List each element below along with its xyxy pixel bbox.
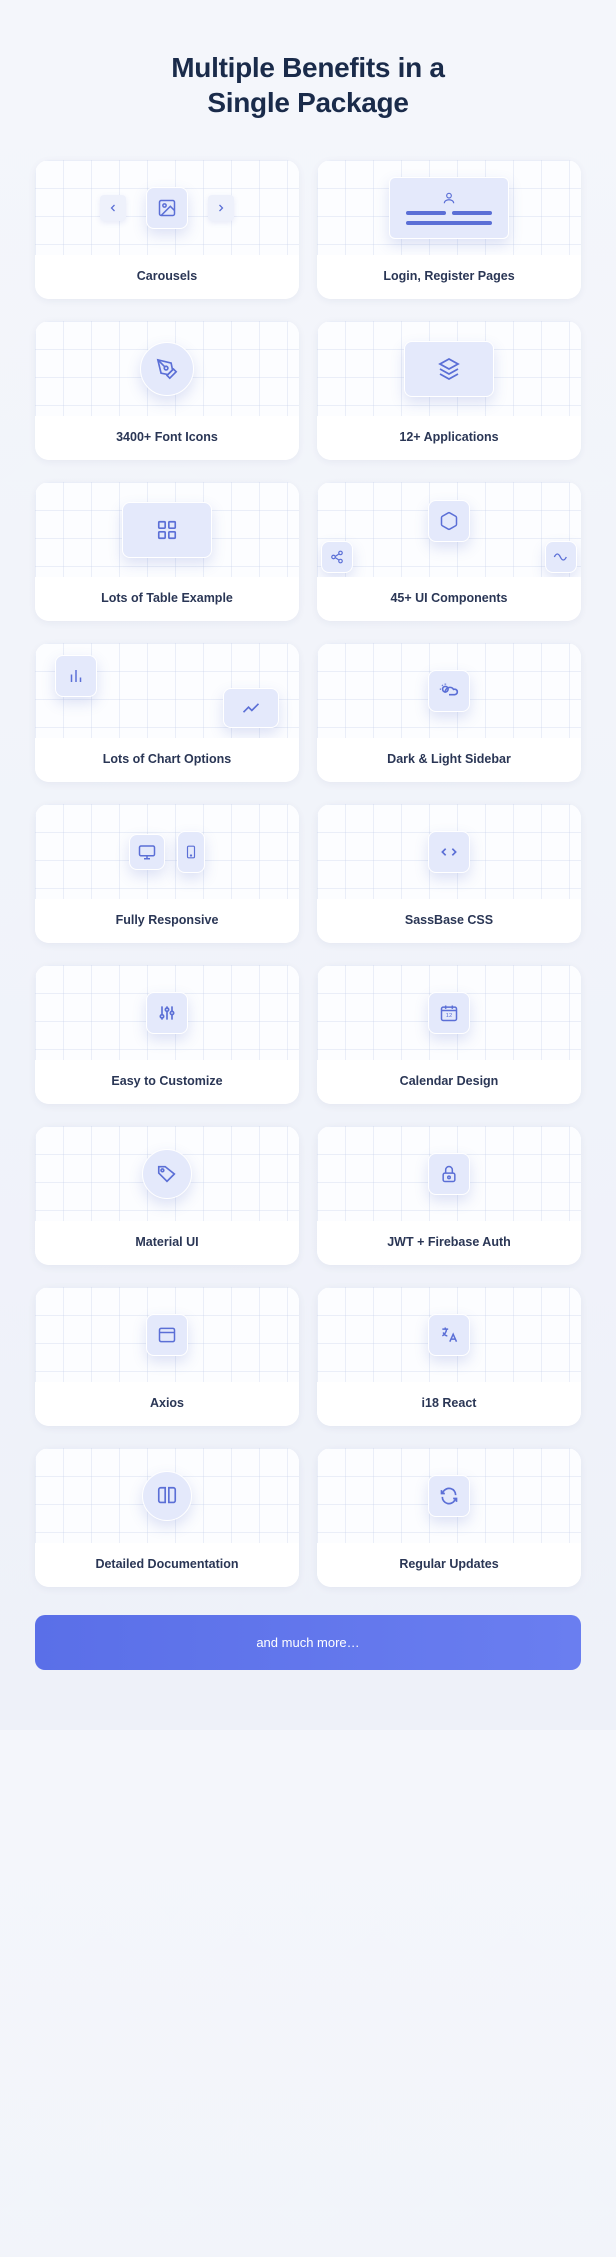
card-label: Lots of Chart Options (35, 738, 299, 782)
share-icon (321, 541, 353, 573)
card-label: JWT + Firebase Auth (317, 1221, 581, 1265)
card-charts: Lots of Chart Options (35, 643, 299, 782)
grid-icon (122, 502, 212, 558)
card-material-ui: Material UI (35, 1126, 299, 1265)
browser-icon (146, 1314, 188, 1356)
card-font-icons: 3400+ Font Icons (35, 321, 299, 460)
card-customize: Easy to Customize (35, 965, 299, 1104)
card-label: Easy to Customize (35, 1060, 299, 1104)
card-responsive: Fully Responsive (35, 804, 299, 943)
card-i18: i18 React (317, 1287, 581, 1426)
card-label: Dark & Light Sidebar (317, 738, 581, 782)
card-label: 3400+ Font Icons (35, 416, 299, 460)
card-label: SassBase CSS (317, 899, 581, 943)
card-label: Calendar Design (317, 1060, 581, 1104)
image-icon (146, 187, 188, 229)
card-label: Login, Register Pages (317, 255, 581, 299)
card-label: 45+ UI Components (317, 577, 581, 621)
benefits-grid: Carousels Login, Register Pages 3400+ Fo… (35, 160, 581, 1587)
card-calendar: 12 Calendar Design (317, 965, 581, 1104)
code-icon (428, 831, 470, 873)
card-label: Axios (35, 1382, 299, 1426)
card-documentation: Detailed Documentation (35, 1448, 299, 1587)
wave-icon (545, 541, 577, 573)
card-label: Detailed Documentation (35, 1543, 299, 1587)
card-label: Lots of Table Example (35, 577, 299, 621)
layers-icon (404, 341, 494, 397)
cta-banner: and much more… (35, 1615, 581, 1670)
book-icon (142, 1471, 192, 1521)
sliders-icon (146, 992, 188, 1034)
tag-icon (142, 1149, 192, 1199)
line-chart-icon (223, 688, 279, 728)
lock-icon (428, 1153, 470, 1195)
arrow-left-icon (100, 195, 126, 221)
card-ui-components: 45+ UI Components (317, 482, 581, 621)
login-form-icon (389, 177, 509, 239)
arrow-right-icon (208, 195, 234, 221)
card-label: Fully Responsive (35, 899, 299, 943)
smartphone-icon (177, 831, 205, 873)
card-sass: SassBase CSS (317, 804, 581, 943)
bar-chart-icon (55, 655, 97, 697)
card-axios: Axios (35, 1287, 299, 1426)
card-applications: 12+ Applications (317, 321, 581, 460)
card-table: Lots of Table Example (35, 482, 299, 621)
card-carousels: Carousels (35, 160, 299, 299)
svg-text:12: 12 (446, 1013, 452, 1019)
card-updates: Regular Updates (317, 1448, 581, 1587)
card-label: Carousels (35, 255, 299, 299)
card-label: i18 React (317, 1382, 581, 1426)
card-login: Login, Register Pages (317, 160, 581, 299)
refresh-icon (428, 1475, 470, 1517)
monitor-icon (129, 834, 165, 870)
pie-chart-icon (428, 500, 470, 542)
page-title: Multiple Benefits in aSingle Package (35, 50, 581, 120)
sun-cloud-icon (428, 670, 470, 712)
card-label: Regular Updates (317, 1543, 581, 1587)
pen-icon (140, 342, 194, 396)
card-label: 12+ Applications (317, 416, 581, 460)
card-jwt-auth: JWT + Firebase Auth (317, 1126, 581, 1265)
translate-icon (428, 1314, 470, 1356)
calendar-icon: 12 (428, 992, 470, 1034)
card-sidebar: Dark & Light Sidebar (317, 643, 581, 782)
card-label: Material UI (35, 1221, 299, 1265)
